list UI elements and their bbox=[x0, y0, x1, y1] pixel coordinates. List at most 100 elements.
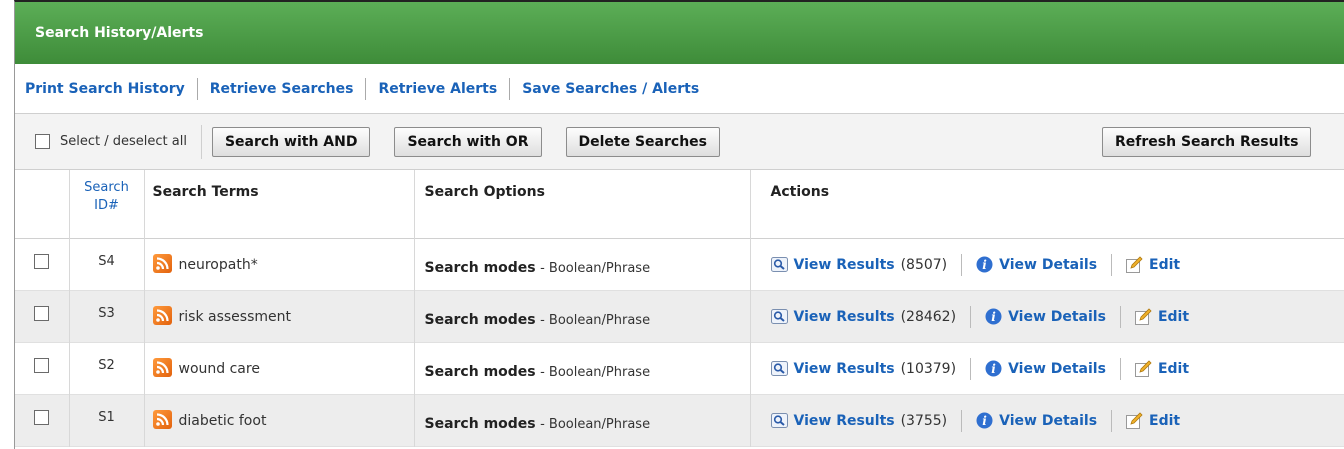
pencil-icon[interactable] bbox=[1126, 256, 1143, 273]
link-separator bbox=[196, 77, 198, 100]
search-history-panel: Search History/Alerts Print Search Histo… bbox=[14, 0, 1344, 449]
table-row: S4 neuropath* Search modes - Boolean/Phr… bbox=[15, 238, 1344, 290]
info-icon[interactable]: i bbox=[985, 360, 1002, 377]
row-checkbox[interactable] bbox=[34, 305, 50, 321]
row-select-cell bbox=[15, 394, 70, 446]
search-modes-value: - Boolean/Phrase bbox=[540, 260, 651, 276]
pencil-icon[interactable] bbox=[1126, 412, 1143, 429]
magnifier-icon[interactable] bbox=[770, 413, 788, 428]
row-actions-cell: View Results (10379) i View Details Edit bbox=[750, 342, 1344, 394]
search-history-table: Search ID# Search Terms Search Options A… bbox=[15, 170, 1344, 447]
result-count: (28462) bbox=[900, 308, 957, 325]
row-select-cell bbox=[15, 238, 70, 290]
action-separator bbox=[1111, 409, 1113, 432]
info-icon[interactable]: i bbox=[976, 412, 993, 429]
row-checkbox[interactable] bbox=[34, 409, 50, 425]
table-row: S1 diabetic foot Search modes - Boolean/… bbox=[15, 394, 1344, 446]
row-actions-cell: View Results (28462) i View Details Edit bbox=[750, 290, 1344, 342]
info-icon[interactable]: i bbox=[985, 308, 1002, 325]
retrieve-searches-link[interactable]: Retrieve Searches bbox=[210, 81, 354, 97]
result-count: (10379) bbox=[900, 360, 957, 377]
row-checkbox[interactable] bbox=[34, 357, 50, 373]
search-modes-label: Search modes bbox=[424, 259, 536, 276]
view-results-link[interactable]: View Results bbox=[794, 257, 895, 273]
select-all-label: Select / deselect all bbox=[60, 134, 187, 149]
table-header-row: Search ID# Search Terms Search Options A… bbox=[15, 170, 1344, 238]
search-modes-label: Search modes bbox=[424, 311, 536, 328]
delete-searches-button[interactable]: Delete Searches bbox=[565, 126, 720, 157]
row-options-cell: Search modes - Boolean/Phrase bbox=[414, 342, 751, 394]
svg-text:i: i bbox=[991, 362, 996, 376]
panel-title-bar: Search History/Alerts bbox=[15, 2, 1344, 64]
action-separator bbox=[1119, 357, 1121, 380]
search-terms-text: neuropath* bbox=[178, 256, 258, 273]
magnifier-icon[interactable] bbox=[770, 309, 788, 324]
header-search-id[interactable]: Search ID# bbox=[69, 170, 145, 238]
row-terms-cell: diabetic foot bbox=[144, 394, 415, 446]
search-terms-text: risk assessment bbox=[178, 308, 291, 325]
search-with-or-button[interactable]: Search with OR bbox=[394, 126, 542, 157]
svg-text:i: i bbox=[982, 414, 987, 428]
row-actions-cell: View Results (8507) i View Details Edit bbox=[750, 238, 1344, 290]
view-details-link[interactable]: View Details bbox=[999, 257, 1097, 273]
link-separator bbox=[365, 77, 367, 100]
info-icon[interactable]: i bbox=[976, 256, 993, 273]
view-details-link[interactable]: View Details bbox=[1008, 309, 1106, 325]
action-separator bbox=[961, 253, 963, 276]
svg-text:i: i bbox=[991, 310, 996, 324]
refresh-search-results-button[interactable]: Refresh Search Results bbox=[1102, 126, 1312, 157]
search-terms-text: diabetic foot bbox=[178, 412, 267, 429]
row-search-id: S2 bbox=[69, 342, 145, 394]
header-actions: Actions bbox=[770, 184, 830, 200]
edit-link[interactable]: Edit bbox=[1158, 361, 1189, 377]
row-terms-cell: risk assessment bbox=[144, 290, 415, 342]
action-separator bbox=[961, 409, 963, 432]
row-terms-cell: neuropath* bbox=[144, 238, 415, 290]
view-results-link[interactable]: View Results bbox=[794, 361, 895, 377]
action-separator bbox=[970, 357, 972, 380]
toolbar-separator bbox=[200, 124, 202, 159]
select-all-checkbox[interactable] bbox=[35, 134, 50, 149]
view-details-link[interactable]: View Details bbox=[1008, 361, 1106, 377]
link-separator bbox=[509, 77, 511, 100]
rss-feed-icon[interactable] bbox=[152, 253, 172, 273]
header-search-terms: Search Terms bbox=[144, 170, 415, 238]
header-search-id-line1: Search bbox=[84, 180, 129, 195]
save-searches-alerts-link[interactable]: Save Searches / Alerts bbox=[522, 81, 699, 97]
row-checkbox[interactable] bbox=[34, 253, 50, 269]
edit-link[interactable]: Edit bbox=[1149, 413, 1180, 429]
magnifier-icon[interactable] bbox=[770, 257, 788, 272]
view-results-link[interactable]: View Results bbox=[794, 309, 895, 325]
edit-link[interactable]: Edit bbox=[1158, 309, 1189, 325]
view-results-link[interactable]: View Results bbox=[794, 413, 895, 429]
search-modes-value: - Boolean/Phrase bbox=[540, 312, 651, 328]
row-options-cell: Search modes - Boolean/Phrase bbox=[414, 394, 751, 446]
result-count: (8507) bbox=[900, 256, 948, 273]
action-separator bbox=[1111, 253, 1113, 276]
action-separator bbox=[1119, 305, 1121, 328]
search-modes-value: - Boolean/Phrase bbox=[540, 416, 651, 432]
row-terms-cell: wound care bbox=[144, 342, 415, 394]
view-details-link[interactable]: View Details bbox=[999, 413, 1097, 429]
search-modes-label: Search modes bbox=[424, 363, 536, 380]
header-select-cell bbox=[15, 170, 70, 238]
row-select-cell bbox=[15, 290, 70, 342]
header-search-options: Search Options bbox=[414, 170, 751, 238]
rss-feed-icon[interactable] bbox=[152, 305, 172, 325]
print-search-history-link[interactable]: Print Search History bbox=[25, 81, 185, 97]
retrieve-alerts-link[interactable]: Retrieve Alerts bbox=[378, 81, 497, 97]
pencil-icon[interactable] bbox=[1134, 360, 1152, 377]
search-with-and-button[interactable]: Search with AND bbox=[211, 126, 371, 157]
rss-feed-icon[interactable] bbox=[152, 357, 172, 377]
row-actions-cell: View Results (3755) i View Details Edit bbox=[750, 394, 1344, 446]
magnifier-icon[interactable] bbox=[770, 361, 788, 376]
row-select-cell bbox=[15, 342, 70, 394]
row-search-id: S4 bbox=[69, 238, 145, 290]
pencil-icon[interactable] bbox=[1134, 308, 1152, 325]
history-toolbar: Select / deselect all Search with AND Se… bbox=[15, 114, 1344, 170]
rss-feed-icon[interactable] bbox=[152, 409, 172, 429]
search-modes-value: - Boolean/Phrase bbox=[540, 364, 651, 380]
search-modes-label: Search modes bbox=[424, 415, 536, 432]
row-options-cell: Search modes - Boolean/Phrase bbox=[414, 290, 751, 342]
edit-link[interactable]: Edit bbox=[1149, 257, 1180, 273]
